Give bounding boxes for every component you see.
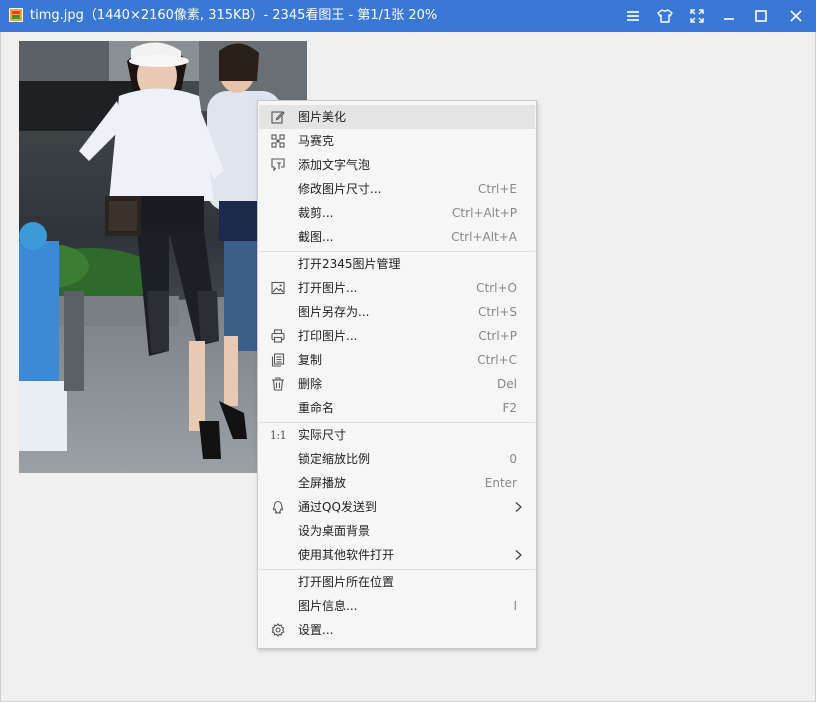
fullscreen-icon (690, 9, 704, 23)
menu-item-label: 锁定缩放比例 (298, 452, 371, 466)
menu-icon (627, 11, 639, 21)
maximize-button[interactable] (744, 0, 778, 32)
menu-item-copy[interactable]: 复制 Ctrl+C (259, 348, 535, 372)
menu-item-shortcut: Ctrl+Alt+P (452, 206, 517, 220)
menu-item-shortcut: Ctrl+Alt+A (451, 230, 517, 244)
chevron-right-icon (515, 550, 522, 560)
window-title: timg.jpg（1440×2160像素, 315KB）- 2345看图王 - … (30, 8, 438, 23)
menu-item-label: 图片美化 (298, 110, 347, 124)
title-bar: timg.jpg（1440×2160像素, 315KB）- 2345看图王 - … (0, 0, 816, 32)
menu-item-label: 全屏播放 (298, 476, 347, 490)
menu-item-mosaic[interactable]: 马赛克 (259, 129, 535, 153)
app-logo-icon (9, 8, 23, 22)
menu-item-label: 通过QQ发送到 (298, 500, 377, 514)
actual-size-icon: 1:1 (269, 428, 287, 442)
menu-item-label: 设为桌面背景 (298, 524, 371, 538)
menu-item-fullscreen-play[interactable]: 全屏播放 Enter (259, 471, 535, 495)
menu-item-label: 复制 (298, 353, 323, 367)
menu-item-label: 删除 (298, 377, 323, 391)
menu-item-shortcut: 0 (509, 452, 517, 466)
menu-item-label: 裁剪... (298, 206, 334, 220)
fullscreen-button[interactable] (680, 0, 714, 32)
menu-item-print[interactable]: 打印图片... Ctrl+P (259, 324, 535, 348)
menu-item-label: 实际尺寸 (298, 428, 347, 442)
close-icon (790, 10, 802, 22)
skin-icon (657, 9, 673, 23)
menu-item-rename[interactable]: 重命名 F2 (259, 396, 535, 420)
menu-item-screenshot[interactable]: 截图... Ctrl+Alt+A (259, 225, 535, 249)
menu-item-label: 打开图片所在位置 (298, 575, 395, 589)
skin-button[interactable] (648, 0, 682, 32)
print-icon (270, 328, 286, 344)
menu-item-save-as[interactable]: 图片另存为... Ctrl+S (259, 300, 535, 324)
menu-item-open-manager[interactable]: 打开2345图片管理 (259, 252, 535, 276)
minimize-button[interactable] (712, 0, 746, 32)
menu-item-label: 打开图片... (298, 281, 358, 295)
trash-icon (270, 376, 286, 392)
menu-item-open-location[interactable]: 打开图片所在位置 (259, 570, 535, 594)
menu-item-label: 设置... (298, 623, 334, 637)
qq-icon (270, 499, 286, 515)
menu-item-shortcut: I (513, 599, 517, 613)
menu-item-open-with[interactable]: 使用其他软件打开 (259, 543, 535, 567)
menu-item-shortcut: Ctrl+C (477, 353, 517, 367)
menu-item-shortcut: Del (497, 377, 517, 391)
menu-item-shortcut: F2 (502, 401, 517, 415)
menu-item-label: 使用其他软件打开 (298, 548, 395, 562)
menu-item-send-qq[interactable]: 通过QQ发送到 (259, 495, 535, 519)
menu-item-text-bubble[interactable]: 添加文字气泡 (259, 153, 535, 177)
text-bubble-icon (270, 157, 286, 173)
menu-item-label: 重命名 (298, 401, 335, 415)
menu-item-shortcut: Ctrl+S (477, 305, 517, 319)
copy-icon (270, 352, 286, 368)
menu-item-beautify[interactable]: 图片美化 (259, 105, 535, 129)
context-menu: 图片美化 马赛克 添加文字气泡 修改图片尺寸... Ctrl+E 裁剪... C… (257, 100, 537, 649)
menu-button[interactable] (616, 0, 650, 32)
menu-item-label: 马赛克 (298, 134, 335, 148)
minimize-icon (724, 18, 734, 20)
menu-item-shortcut: Ctrl+P (478, 329, 517, 343)
menu-item-label: 截图... (298, 230, 334, 244)
menu-item-shortcut: Enter (484, 476, 517, 490)
menu-item-shortcut: Ctrl+E (478, 182, 517, 196)
menu-item-label: 添加文字气泡 (298, 158, 371, 172)
maximize-icon (755, 10, 767, 22)
menu-item-crop[interactable]: 裁剪... Ctrl+Alt+P (259, 201, 535, 225)
menu-item-lock-zoom[interactable]: 锁定缩放比例 0 (259, 447, 535, 471)
mosaic-icon (270, 133, 286, 149)
menu-item-shortcut: Ctrl+O (476, 281, 517, 295)
menu-item-settings[interactable]: 设置... (259, 618, 535, 642)
menu-item-resize[interactable]: 修改图片尺寸... Ctrl+E (259, 177, 535, 201)
edit-icon (270, 109, 286, 125)
menu-item-label: 图片信息... (298, 599, 358, 613)
close-button[interactable] (779, 0, 813, 32)
menu-item-actual-size[interactable]: 1:1 实际尺寸 (259, 423, 535, 447)
menu-item-open-image[interactable]: 打开图片... Ctrl+O (259, 276, 535, 300)
menu-item-label: 打开2345图片管理 (298, 257, 401, 271)
menu-item-set-wallpaper[interactable]: 设为桌面背景 (259, 519, 535, 543)
menu-item-image-info[interactable]: 图片信息... I (259, 594, 535, 618)
gear-icon (270, 622, 286, 638)
chevron-right-icon (515, 502, 522, 512)
menu-item-label: 图片另存为... (298, 305, 370, 319)
menu-item-label: 修改图片尺寸... (298, 182, 382, 196)
image-icon (270, 280, 286, 296)
menu-item-label: 打印图片... (298, 329, 358, 343)
menu-item-delete[interactable]: 删除 Del (259, 372, 535, 396)
